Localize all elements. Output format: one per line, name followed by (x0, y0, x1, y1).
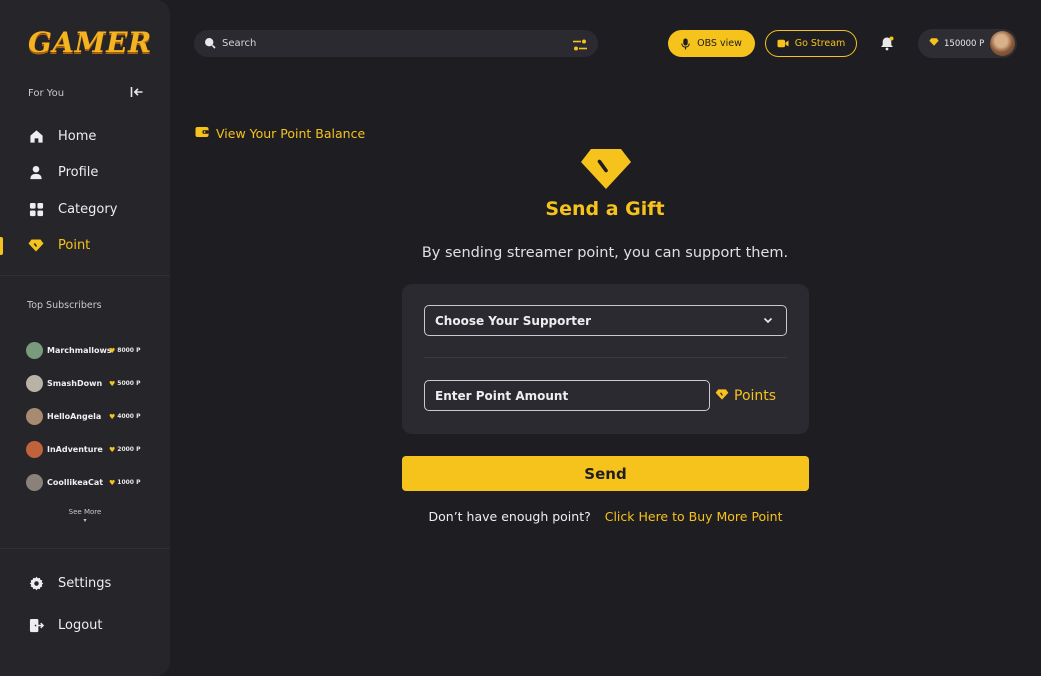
go-stream-button[interactable]: Go Stream (765, 30, 857, 57)
sidebar-divider (0, 548, 170, 549)
avatar (26, 441, 43, 458)
see-more-label: See More (68, 508, 102, 516)
microphone-icon (681, 38, 690, 50)
gem-icon: ♥ (109, 445, 116, 454)
gift-form-card: Choose Your Supporter Points (402, 284, 809, 434)
sidebar-item-home[interactable]: Home (0, 118, 170, 155)
subscriber-points-value: 2000 P (117, 446, 141, 453)
gem-icon: ♥ (109, 346, 116, 355)
buy-more-point-link[interactable]: Click Here to Buy More Point (605, 509, 783, 524)
grid-icon (28, 201, 44, 217)
points-unit-label: Points (715, 388, 776, 404)
subscriber-points-value: 4000 P (117, 413, 141, 420)
card-divider (424, 357, 787, 358)
sidebar-item-settings[interactable]: Settings (0, 562, 170, 604)
subscriber-name: CoollikeaCat (47, 478, 104, 487)
avatar (26, 474, 43, 491)
sidebar-item-label: Settings (58, 575, 112, 591)
gem-icon (28, 238, 44, 254)
subscriber-name: SmashDown (47, 379, 103, 388)
subscriber-row[interactable]: InAdventure ♥ 2000 P (26, 433, 166, 466)
point-balance-value: 150000 P (944, 38, 985, 49)
subscriber-points-value: 5000 P (117, 380, 141, 387)
page-subtitle: By sending streamer point, you can suppo… (421, 245, 789, 261)
search-icon (204, 34, 216, 53)
filter-icon[interactable] (572, 37, 588, 51)
sidebar-item-profile[interactable]: Profile (0, 155, 170, 192)
subscriber-points: ♥ 4000 P (109, 413, 140, 421)
sidebar-item-label: Point (58, 238, 91, 254)
notification-bell-icon[interactable] (880, 36, 894, 55)
home-icon (28, 128, 44, 144)
subscriber-row[interactable]: SmashDown ♥ 5000 P (26, 367, 166, 400)
point-balance-pill[interactable]: 150000 P (918, 29, 1017, 58)
obs-view-button[interactable]: OBS view (668, 30, 755, 57)
subscriber-row[interactable]: CoollikeaCat ♥ 1000 P (26, 466, 166, 499)
gem-icon: ♥ (109, 412, 116, 421)
page-title: Send a Gift (545, 198, 665, 220)
sidebar-item-logout[interactable]: Logout (0, 604, 170, 646)
subscriber-points: ♥ 8000 P (109, 347, 140, 355)
supporter-select-value: Choose Your Supporter (435, 313, 592, 328)
gem-icon: ♥ (109, 478, 116, 487)
top-subscribers-list: Marchmallows ♥ 8000 P SmashDown ♥ 5000 P H… (26, 334, 166, 499)
send-button[interactable]: Send (402, 456, 809, 491)
sidebar-item-label: Home (58, 128, 97, 144)
avatar (26, 408, 43, 425)
chevron-down-icon: ▾ (83, 517, 87, 524)
subscriber-name: InAdventure (47, 445, 103, 454)
sidebar-section-title: For You (28, 88, 65, 99)
top-subscribers-title: Top Subscribers (27, 300, 102, 311)
subscriber-row[interactable]: Marchmallows ♥ 8000 P (26, 334, 166, 367)
not-enough-text: Don’t have enough point? (428, 509, 591, 524)
view-point-balance-link[interactable]: View Your Point Balance (195, 126, 365, 141)
sidebar-bottom-nav: Settings Logout (0, 562, 170, 646)
gem-icon (715, 388, 729, 404)
go-stream-label: Go Stream (794, 38, 846, 49)
buy-more-line: Don’t have enough point? Click Here to B… (402, 509, 809, 524)
subscriber-points: ♥ 1000 P (109, 479, 140, 487)
collapse-sidebar-icon[interactable] (130, 86, 144, 101)
obs-view-label: OBS view (697, 38, 742, 49)
view-point-balance-label: View Your Point Balance (216, 126, 366, 141)
sidebar-item-label: Logout (58, 617, 103, 633)
user-icon (28, 165, 44, 181)
subscriber-points: ♥ 5000 P (109, 380, 140, 388)
subscriber-row[interactable]: HelloAngela ♥ 4000 P (26, 400, 166, 433)
sidebar-nav: Home Profile Category Point (0, 118, 170, 264)
gem-icon: ♥ (109, 379, 116, 388)
sidebar-item-label: Category (58, 201, 118, 217)
subscriber-name: HelloAngela (47, 412, 102, 421)
sidebar: GAMER For You Home Profile Category Poin… (0, 0, 170, 676)
subscriber-points: ♥ 2000 P (109, 446, 140, 454)
chevron-down-icon (762, 314, 774, 329)
search-bar (194, 30, 598, 57)
gem-icon (580, 148, 632, 194)
avatar (26, 342, 43, 359)
gamer-logo[interactable]: GAMER (28, 26, 152, 59)
gem-icon (929, 38, 939, 49)
subscriber-points-value: 8000 P (117, 347, 141, 354)
avatar (26, 375, 43, 392)
points-unit-text: Points (734, 388, 777, 404)
gear-icon (28, 575, 44, 591)
sidebar-item-category[interactable]: Category (0, 191, 170, 228)
see-more-button[interactable]: See More ▾ (0, 508, 170, 524)
supporter-select[interactable]: Choose Your Supporter (424, 305, 787, 336)
subscriber-points-value: 1000 P (117, 479, 141, 486)
logout-icon (28, 617, 44, 633)
search-input[interactable] (222, 38, 572, 49)
sidebar-item-label: Profile (58, 165, 99, 181)
user-avatar[interactable] (990, 31, 1015, 56)
subscriber-name: Marchmallows (47, 346, 112, 355)
wallet-icon (195, 126, 209, 141)
sidebar-divider (0, 275, 170, 276)
video-camera-icon (777, 39, 789, 48)
point-amount-input[interactable] (424, 380, 710, 411)
sidebar-item-point[interactable]: Point (0, 228, 170, 265)
